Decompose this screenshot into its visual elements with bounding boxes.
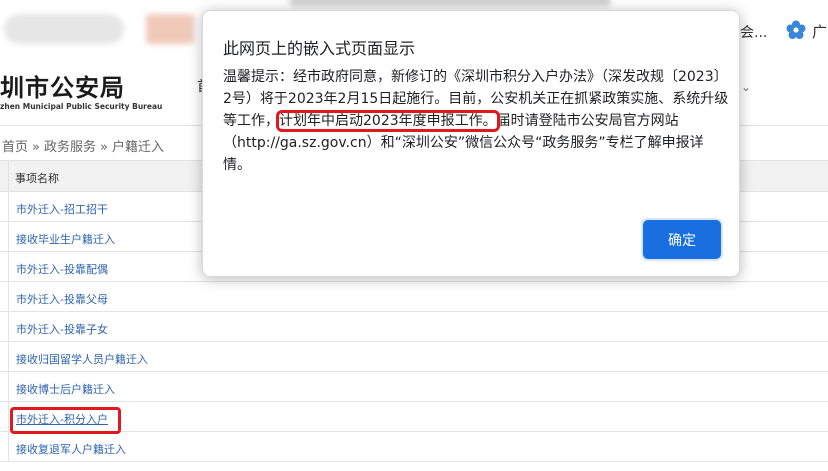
column-divider bbox=[8, 222, 9, 252]
column-divider bbox=[8, 161, 9, 193]
top-link[interactable]: 会... bbox=[740, 22, 767, 42]
column-divider bbox=[8, 192, 9, 222]
breadcrumb-section[interactable]: 政务服务 bbox=[44, 140, 96, 155]
breadcrumb-current: 户籍迁入 bbox=[111, 140, 164, 155]
service-link[interactable]: 接收博士后户籍迁入 bbox=[16, 381, 115, 397]
ok-button[interactable]: 确定 bbox=[643, 220, 721, 259]
blurred-region bbox=[290, 0, 610, 6]
site-logo-subtitle: zhen Municipal Public Security Bureau bbox=[0, 102, 163, 111]
column-divider bbox=[8, 402, 9, 432]
red-annotation-box bbox=[10, 407, 121, 434]
column-header-item-name: 事项名称 bbox=[15, 172, 59, 185]
table-row: 接收博士后户籍迁入 bbox=[0, 372, 828, 402]
dialog-message: 温馨提示：经市政府同意，新修订的《深圳市积分入户办法》（深发改规〔2023〕2号… bbox=[223, 66, 729, 176]
column-divider bbox=[8, 312, 9, 342]
service-link[interactable]: 接收复退军人户籍迁入 bbox=[16, 441, 126, 457]
site-logo-title[interactable]: 圳市公安局 bbox=[0, 68, 125, 103]
column-divider bbox=[8, 432, 9, 462]
dialog-highlighted-text: 计划年中启动2023年度申报工作。 bbox=[276, 110, 500, 132]
service-link[interactable]: 市外迁入-招工招干 bbox=[16, 201, 108, 217]
breadcrumb-separator: » bbox=[32, 140, 40, 155]
service-link[interactable]: 市外迁入-投靠配偶 bbox=[16, 261, 108, 277]
alert-dialog: 此网页上的嵌入式页面显示 温馨提示：经市政府同意，新修订的《深圳市积分入户办法》… bbox=[202, 10, 740, 277]
service-link[interactable]: 接收毕业生户籍迁入 bbox=[16, 231, 115, 247]
flower-logo-icon bbox=[786, 20, 806, 39]
chevron-down-icon[interactable]: ⌄ bbox=[741, 80, 751, 94]
breadcrumb: 首页» 政务服务» 户籍迁入 bbox=[0, 136, 166, 155]
table-row: 市外迁入-投靠父母 bbox=[0, 282, 828, 312]
column-divider bbox=[8, 282, 9, 312]
breadcrumb-separator: » bbox=[100, 140, 108, 155]
column-divider bbox=[8, 342, 9, 372]
top-link-2[interactable]: 广 bbox=[812, 21, 827, 42]
breadcrumb-home[interactable]: 首页 bbox=[2, 140, 28, 155]
blurred-region bbox=[4, 14, 124, 44]
service-link[interactable]: 接收归国留学人员户籍迁入 bbox=[16, 351, 148, 367]
service-link[interactable]: 市外迁入-投靠子女 bbox=[16, 321, 108, 337]
column-divider bbox=[8, 372, 9, 402]
service-link[interactable]: 市外迁入-投靠父母 bbox=[16, 291, 108, 307]
table-row: 市外迁入-积分入户 bbox=[0, 402, 828, 432]
table-row: 接收归国留学人员户籍迁入 bbox=[0, 342, 828, 372]
table-row: 接收复退军人户籍迁入 bbox=[0, 432, 828, 462]
blurred-region bbox=[146, 14, 194, 44]
dialog-title: 此网页上的嵌入式页面显示 bbox=[223, 39, 416, 58]
table-row: 市外迁入-投靠子女 bbox=[0, 312, 828, 342]
column-divider bbox=[8, 252, 9, 282]
